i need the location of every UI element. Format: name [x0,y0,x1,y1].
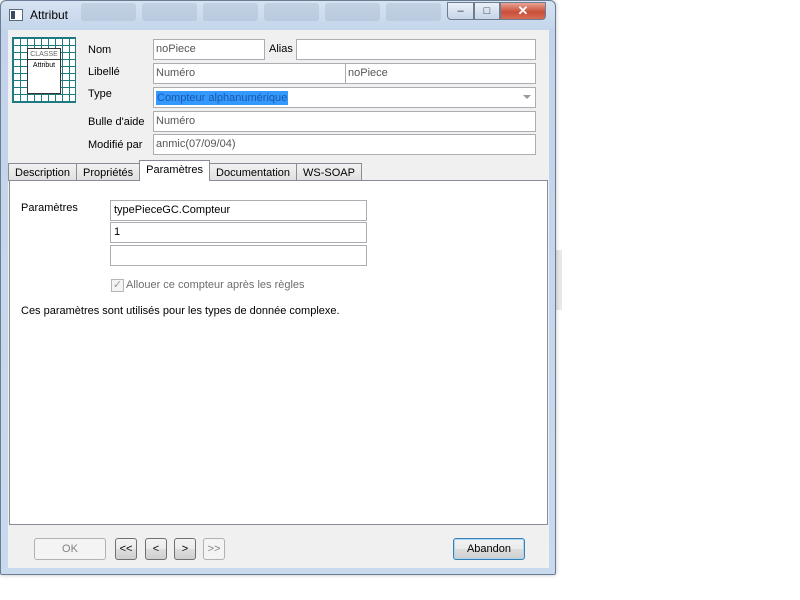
chevron-down-icon[interactable] [523,95,531,99]
allouer-checkbox-label: Allouer ce compteur après les règles [126,279,305,291]
window-app-icon [9,9,23,21]
libelle-label: Libellé [88,66,120,78]
title-bar[interactable]: Attribut – □ ✕ [1,1,555,29]
class-box: CLASSE Attribut [27,48,61,94]
modifie-par-field[interactable]: anmic(07/09/04) [153,134,536,155]
parametre-field-3[interactable] [110,245,367,266]
tab-documentation[interactable]: Documentation [210,163,297,181]
type-label: Type [88,88,112,100]
class-box-label: Attribut [32,62,56,69]
parametres-panel: Paramètres typePieceGC.Compteur 1 ✓ Allo… [9,180,548,525]
minimize-icon: – [457,5,464,17]
window-title: Attribut [30,8,69,22]
close-button[interactable]: ✕ [500,2,546,20]
tab-proprietes[interactable]: Propriétés [76,163,140,181]
tab-ws-soap[interactable]: WS-SOAP [296,163,362,181]
ok-button[interactable]: OK [34,538,106,560]
maximize-icon: □ [483,5,491,17]
tab-parametres[interactable]: Paramètres [139,160,211,181]
parametre-field-2[interactable]: 1 [110,222,367,243]
parametres-label: Paramètres [21,202,78,214]
nom-label: Nom [88,44,112,56]
nom-field[interactable]: noPiece [153,39,265,60]
background-taskbar-ghost [81,3,441,21]
dialog-client-area: CLASSE Attribut Nom noPiece Alias Libell… [8,30,549,568]
type-combobox[interactable]: Compteur alphanumérique [153,87,536,108]
modifie-par-label: Modifié par [88,139,143,151]
abandon-button[interactable]: Abandon [453,538,525,560]
first-record-button[interactable]: << [115,538,137,560]
maximize-button[interactable]: □ [474,2,500,20]
last-record-button[interactable]: >> [203,538,225,560]
background-strip [556,250,562,310]
previous-record-button[interactable]: < [145,538,167,560]
minimize-button[interactable]: – [447,2,474,20]
libelle-field-2[interactable]: noPiece [345,63,536,84]
allouer-checkbox[interactable]: ✓ [111,279,124,292]
class-box-header: CLASSE [28,50,60,60]
parametre-field-1[interactable]: typePieceGC.Compteur [110,200,367,221]
bulle-aide-field[interactable]: Numéro [153,111,536,132]
next-record-button[interactable]: > [174,538,196,560]
attribut-window: Attribut – □ ✕ CLASSE Attribut Nom noPie… [0,0,556,575]
alias-field[interactable] [296,39,536,60]
class-attribute-icon: CLASSE Attribut [12,37,76,103]
tab-description[interactable]: Description [8,163,77,181]
type-selected-value: Compteur alphanumérique [156,91,289,105]
tab-bar: Description Propriétés Paramètres Docume… [8,160,362,181]
bulle-aide-label: Bulle d'aide [88,116,145,128]
alias-label: Alias [269,43,293,55]
close-icon: ✕ [517,3,529,18]
libelle-field[interactable]: Numéro [153,63,346,84]
parametres-note: Ces paramètres sont utilisés pour les ty… [21,305,340,317]
